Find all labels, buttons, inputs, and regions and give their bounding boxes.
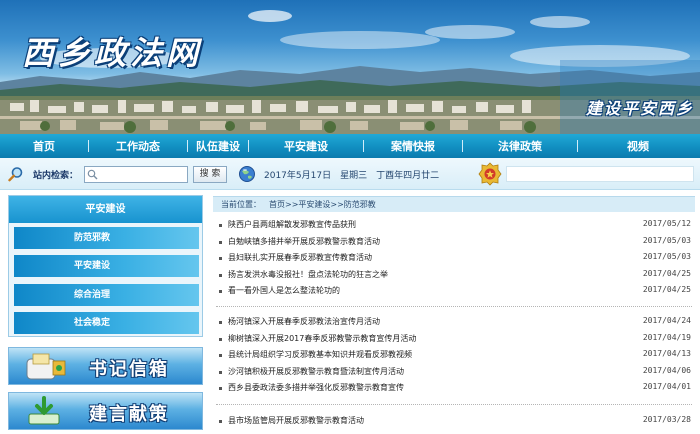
- news-date: 2017/04/24: [642, 316, 691, 325]
- sidebar-title: 平安建设: [9, 196, 202, 223]
- secretary-mailbox-banner[interactable]: 书记信箱: [8, 347, 203, 385]
- nav-item-home[interactable]: 首页: [0, 138, 88, 154]
- header-banner: 西乡政法网 建设平安西乡: [0, 0, 700, 134]
- news-date: 2017/04/01: [642, 382, 691, 391]
- bullet-icon: [219, 420, 222, 423]
- magnifier-icon: [8, 167, 23, 182]
- news-date: 2017/05/12: [642, 219, 691, 228]
- nav-item-video[interactable]: 视频: [578, 138, 698, 154]
- news-row: 白勉峡镇多措并举开展反邪教警示教育活动 2017/05/03: [213, 234, 695, 251]
- news-date: 2017/05/03: [642, 252, 691, 261]
- globe-icon: [239, 166, 255, 182]
- secretary-mailbox-label: 书记信箱: [89, 359, 169, 380]
- breadcrumb: 当前位置： 首页>>平安建设>>防范邪教: [213, 196, 695, 212]
- sidebar-item-anti-cult[interactable]: 防范邪教: [14, 227, 199, 249]
- news-title-link[interactable]: 杨河镇深入开展春季反邪教法治宣传月活动: [228, 316, 380, 327]
- suggestions-label: 建言献策: [89, 404, 169, 425]
- slogan: 建设平安西乡: [586, 99, 695, 118]
- search-input[interactable]: [84, 166, 188, 183]
- news-title-link[interactable]: 县市场监管局开展反邪教警示教育活动: [228, 415, 364, 426]
- nav-separator: [363, 140, 364, 152]
- bullet-icon: [219, 257, 222, 260]
- sidebar-item-comprehensive-governance[interactable]: 综合治理: [14, 284, 199, 306]
- news-date: 2017/04/25: [642, 285, 691, 294]
- list-divider: [216, 404, 692, 405]
- nav-separator: [248, 140, 249, 152]
- news-list-group-3: 县市场监管局开展反邪教警示教育活动 2017/03/28: [213, 413, 695, 430]
- bullet-icon: [219, 273, 222, 277]
- news-row: 县统计局组织学习反邪教基本知识并观看反邪教视频 2017/04/13: [213, 347, 695, 364]
- news-row: 杨河镇深入开展春季反邪教法治宣传月活动 2017/04/24: [213, 314, 695, 331]
- download-arrow-icon: [28, 396, 60, 425]
- news-title-link[interactable]: 陕西户县两组解散发邪教宣传品获刑: [228, 219, 356, 230]
- bullet-icon: [219, 224, 222, 227]
- news-title-link[interactable]: 扬言发洪水毒没报社！盘点法轮功的狂言之举: [228, 269, 388, 280]
- news-title-link[interactable]: 柳树镇深入开展2017春季反邪教警示教育宣传月活动: [228, 333, 416, 344]
- news-date: 2017/04/06: [642, 365, 691, 375]
- news-title-link[interactable]: 西乡县委政法委多措并举强化反邪教警示教育宣传: [228, 382, 404, 393]
- news-ticker: [506, 166, 694, 182]
- bullet-icon: [219, 290, 222, 293]
- sidebar-panel: 平安建设 防范邪教 平安建设 综合治理 社会稳定: [8, 195, 203, 337]
- news-row: 西乡县委政法委多措并举强化反邪教警示教育宣传 2017/04/01: [213, 380, 695, 397]
- news-list-group-1: 陕西户县两组解散发邪教宣传品获刑 2017/05/12 白勉峡镇多措并举开展反邪教…: [213, 217, 695, 300]
- news-title-link[interactable]: 县妇联扎实开展春季反邪教宣传教育活动: [228, 252, 372, 263]
- page: 西乡政法网 建设平安西乡 首页 工作动态 队伍建设 平安建设 案情快报 法律政策…: [0, 0, 700, 434]
- bullet-icon: [219, 321, 222, 324]
- news-title-link[interactable]: 白勉峡镇多措并举开展反邪教警示教育活动: [228, 236, 380, 247]
- news-title-link[interactable]: 看一看外国人是怎么整法轮功的: [228, 285, 340, 296]
- news-date: 2017/03/28: [642, 415, 691, 424]
- sidebar-item-safety-building[interactable]: 平安建设: [14, 255, 199, 277]
- bullet-icon: [219, 337, 222, 341]
- nav-item-law-policy[interactable]: 法律政策: [463, 138, 577, 154]
- police-emblem-icon: [478, 162, 502, 186]
- search-bar: 站内检索： 搜 索 2017年5月17日 星期三 丁酉年四月廿二: [0, 158, 700, 190]
- news-row: 扬言发洪水毒没报社！盘点法轮功的狂言之举 2017/04/25: [213, 267, 695, 284]
- bullet-icon: [219, 370, 222, 374]
- bullet-icon: [219, 240, 222, 244]
- nav-item-team-building[interactable]: 队伍建设: [188, 138, 248, 154]
- date-display: 2017年5月17日 星期三 丁酉年四月廿二: [264, 171, 440, 181]
- news-row: 沙河镇积极开展反邪教警示教育暨法制宣传月活动 2017/04/06: [213, 364, 695, 381]
- search-button[interactable]: 搜 索: [193, 166, 227, 183]
- main-nav: 首页 工作动态 队伍建设 平安建设 案情快报 法律政策 视频: [0, 134, 700, 158]
- news-row: 县市场监管局开展反邪教警示教育活动 2017/03/28: [213, 413, 695, 430]
- search-icon: [87, 169, 98, 180]
- news-row: 柳树镇深入开展2017春季反邪教警示教育宣传月活动 2017/04/19: [213, 331, 695, 348]
- list-divider: [216, 306, 692, 307]
- sidebar-item-social-stability[interactable]: 社会稳定: [14, 312, 199, 334]
- nav-separator: [577, 140, 578, 152]
- news-row: 县妇联扎实开展春季反邪教宣传教育活动 2017/05/03: [213, 250, 695, 267]
- news-date: 2017/04/19: [642, 332, 691, 342]
- nav-separator: [462, 140, 463, 152]
- nav-item-work-news[interactable]: 工作动态: [89, 138, 187, 154]
- search-label: 站内检索：: [33, 171, 79, 181]
- news-date: 2017/04/25: [642, 268, 691, 278]
- news-row: 陕西户县两组解散发邪教宣传品获刑 2017/05/12: [213, 217, 695, 234]
- news-date: 2017/05/03: [642, 235, 691, 245]
- nav-separator: [88, 140, 89, 152]
- news-list-group-2: 杨河镇深入开展春季反邪教法治宣传月活动 2017/04/24 柳树镇深入开展201…: [213, 314, 695, 397]
- breadcrumb-label: 当前位置：: [221, 200, 261, 209]
- nav-item-safety-building[interactable]: 平安建设: [249, 138, 363, 154]
- news-date: 2017/04/13: [642, 349, 691, 358]
- breadcrumb-path[interactable]: 首页>>平安建设>>防范邪教: [269, 199, 376, 210]
- nav-separator: [187, 140, 188, 152]
- news-row: 看一看外国人是怎么整法轮功的 2017/04/25: [213, 283, 695, 300]
- mailbox-icon: [26, 353, 66, 380]
- bullet-icon: [219, 354, 222, 357]
- news-title-link[interactable]: 县统计局组织学习反邪教基本知识并观看反邪教视频: [228, 349, 412, 360]
- news-title-link[interactable]: 沙河镇积极开展反邪教警示教育暨法制宣传月活动: [228, 366, 404, 377]
- bullet-icon: [219, 387, 222, 390]
- suggestions-banner[interactable]: 建言献策: [8, 392, 203, 430]
- nav-item-case-reports[interactable]: 案情快报: [364, 138, 462, 154]
- site-title: 西乡政法网: [22, 34, 203, 72]
